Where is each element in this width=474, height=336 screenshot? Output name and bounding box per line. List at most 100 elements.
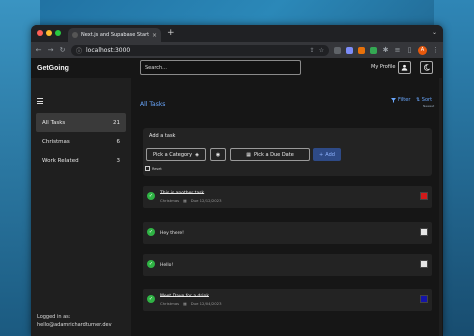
address-bar[interactable]: ⓘ localhost:3000 ⇪ ☆ [71,44,329,56]
task-due-date: Due 12/04/2023 [190,301,222,306]
sidebar-item-christmas[interactable]: Christmas 6 [36,132,126,151]
pick-category-label: Pick a Category [153,151,193,158]
task-item[interactable]: ✓ Meet Dave for a drink Christmas ▦ Due … [143,289,432,311]
sort-button[interactable]: ⇅ Sort [416,97,432,103]
favicon-icon [72,32,78,38]
completed-check-icon[interactable]: ✓ [147,228,155,236]
browser-tab[interactable]: Next.js and Supabase Starter × [68,28,161,42]
filter-button[interactable]: Filter [391,97,410,103]
task-color-swatch[interactable] [420,192,428,200]
my-profile-link[interactable]: My Profile [371,64,395,70]
filter-icon [391,97,396,103]
extensions-puzzle-icon[interactable]: ✱ [382,46,389,54]
moon-icon [424,64,430,71]
user-icon [401,64,408,71]
reset-button[interactable]: Reset [145,166,162,171]
reset-icon [145,166,150,171]
hamburger-menu-icon[interactable] [37,98,43,106]
browser-toolbar: ← → ↻ ⓘ localhost:3000 ⇪ ☆ ✱ ≡ ▯ A ⋮ [31,42,443,58]
add-task-button[interactable]: + Add [313,148,341,161]
completed-check-icon[interactable]: ✓ [147,295,155,303]
pick-due-date-label: Pick a Due Date [253,151,294,158]
pick-color-button[interactable]: ◉ [210,148,226,161]
close-tab-icon[interactable]: × [152,32,157,39]
tab-search-icon[interactable]: ⌄ [432,29,437,36]
task-due-date: Due 12/12/2023 [190,198,222,203]
task-category: Christmas [160,301,180,306]
url-text[interactable]: localhost:3000 [86,47,306,54]
add-task-form: Add a task Pick a Category ◈ ◉ ▦ Pick a … [143,128,432,176]
task-title: This is another task [160,191,205,196]
task-item[interactable]: ✓ Hello! [143,254,432,276]
extension-icon[interactable] [346,46,353,54]
sidebar-item-all-tasks[interactable]: All Tasks 21 [36,113,126,132]
browser-window: Next.js and Supabase Starter × + ⌄ ← → ↻… [31,25,443,336]
tab-strip: Next.js and Supabase Starter × + ⌄ [31,25,443,42]
brand-logo-text[interactable]: GetGoing [37,65,69,72]
sidebar-item-count: 3 [116,157,121,164]
calendar-icon: ▦ [183,198,187,203]
task-item[interactable]: ✓ This is another task Christmas ▦ Due 1… [143,186,432,208]
add-button-label: Add [325,151,335,158]
app-root: GetGoing My Profile All Tasks 21 Christm… [31,58,443,336]
task-category: Christmas [160,198,180,203]
close-window-button[interactable] [37,30,43,36]
reset-label: Reset [152,166,162,171]
profile-avatar[interactable]: A [418,45,427,55]
logged-in-label: Logged in as: [37,314,71,320]
sort-order-label: Newest [423,104,435,108]
search-input[interactable] [140,60,301,75]
scrollbar[interactable] [439,78,442,336]
task-color-swatch[interactable] [420,295,428,303]
reload-icon[interactable]: ↻ [59,46,66,54]
sidebar-item-label: Christmas [42,138,70,145]
task-color-swatch[interactable] [420,228,428,236]
sidebar-item-count: 21 [113,119,120,126]
task-item[interactable]: ✓ Hey there! [143,222,432,244]
extension-icon[interactable] [358,46,365,54]
new-tab-button[interactable]: + [167,28,175,38]
logged-in-info: Logged in as: hello@adamrichardturner.de… [37,314,112,329]
task-title: Meet Dave for a drink [160,294,209,299]
calendar-icon: ▦ [246,151,251,158]
back-icon[interactable]: ← [35,46,42,54]
category-list: All Tasks 21 Christmas 6 Work Related 3 [36,113,126,170]
main-content: All Tasks Filter ⇅ Sort Newest Add a tas… [131,78,443,336]
completed-check-icon[interactable]: ✓ [147,260,155,268]
reading-list-icon[interactable]: ≡ [394,46,401,54]
task-meta: Christmas ▦ Due 12/04/2023 [160,301,222,306]
sort-label: Sort [421,97,433,103]
layers-icon: ◈ [195,151,199,158]
browser-menu-icon[interactable]: ⋮ [432,46,439,54]
theme-toggle-button[interactable] [420,61,433,74]
side-panel-icon[interactable]: ▯ [406,46,413,54]
bookmark-star-icon[interactable]: ☆ [319,47,324,54]
user-profile-button[interactable] [398,61,411,74]
pick-category-button[interactable]: Pick a Category ◈ [146,148,206,161]
sidebar-item-label: Work Related [42,157,79,164]
zoom-window-button[interactable] [55,30,61,36]
sidebar-item-work-related[interactable]: Work Related 3 [36,151,126,170]
forward-icon[interactable]: → [47,46,54,54]
plus-icon: + [319,151,324,158]
task-title: Hey there! [160,231,184,236]
sidebar-item-count: 6 [116,138,121,145]
filter-label: Filter [398,97,411,103]
add-task-input[interactable]: Add a task [149,133,175,139]
page-title: All Tasks [140,101,166,108]
extension-icon[interactable] [334,46,341,54]
task-title: Hello! [160,263,174,268]
app-header: GetGoing My Profile [31,58,443,78]
task-color-swatch[interactable] [420,260,428,268]
sort-icon: ⇅ [416,97,421,103]
site-info-icon[interactable]: ⓘ [76,46,82,55]
logged-in-email: hello@adamrichardturner.dev [37,321,112,328]
pick-due-date-button[interactable]: ▦ Pick a Due Date [230,148,310,161]
completed-check-icon[interactable]: ✓ [147,192,155,200]
minimize-window-button[interactable] [46,30,52,36]
palette-icon: ◉ [215,151,221,158]
share-icon[interactable]: ⇪ [310,47,315,54]
tab-title: Next.js and Supabase Starter [81,32,149,38]
task-meta: Christmas ▦ Due 12/12/2023 [160,198,222,203]
extension-icon[interactable] [370,46,377,54]
